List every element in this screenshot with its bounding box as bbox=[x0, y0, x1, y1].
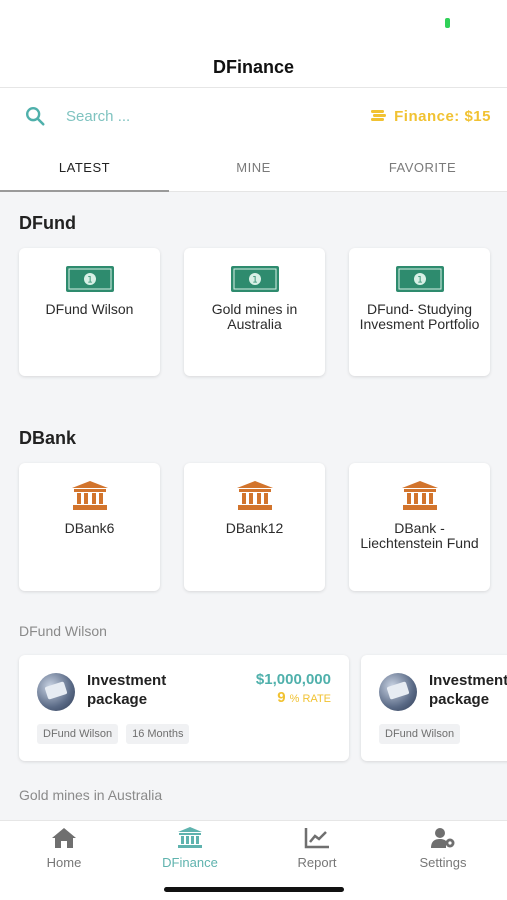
dbank-card[interactable]: DBank6 bbox=[19, 463, 160, 591]
chart-icon bbox=[304, 828, 329, 849]
nav-dfinance-label: DFinance bbox=[162, 855, 218, 870]
package-tag: DFund Wilson bbox=[37, 724, 119, 744]
package-card[interactable]: Investment package DFund Wilson bbox=[361, 655, 507, 761]
app-title: DFinance bbox=[0, 46, 507, 88]
package-title: Investment package bbox=[429, 672, 507, 708]
tab-bar: LATEST MINE FAVORITE bbox=[0, 144, 507, 192]
dfund-card[interactable]: 1 DFund Wilson bbox=[19, 248, 160, 376]
package-tags: DFund Wilson 16 Months bbox=[37, 724, 190, 744]
dbank-card[interactable]: DBank - Liechtenstein Fund bbox=[349, 463, 490, 591]
section-title-dfund: DFund bbox=[19, 213, 76, 233]
nav-report-label: Report bbox=[297, 855, 337, 870]
dfund-card[interactable]: 1 DFund- Studying Invesment Portfolio bbox=[349, 248, 490, 376]
svg-text:1: 1 bbox=[417, 276, 423, 286]
section-title-dbank: DBank bbox=[19, 428, 77, 448]
package-avatar bbox=[379, 673, 417, 711]
tab-latest[interactable]: LATEST bbox=[0, 144, 169, 191]
dbank-card-label: DBank - Liechtenstein Fund bbox=[360, 520, 479, 551]
package-carousel[interactable]: Investment package $1,000,000 9% RATE DF… bbox=[0, 655, 507, 761]
coins-icon bbox=[371, 110, 387, 121]
dfund-card-label: Gold mines in Australia bbox=[211, 301, 298, 332]
user-settings-icon bbox=[431, 828, 455, 848]
package-rate-value: 9 bbox=[277, 689, 286, 706]
package-amount: $1,000,000 bbox=[255, 671, 331, 688]
nav-settings-label: Settings bbox=[419, 855, 467, 870]
nav-home[interactable]: Home bbox=[19, 827, 109, 870]
home-icon bbox=[52, 828, 76, 848]
package-group-title: Gold mines in Australia bbox=[19, 787, 163, 803]
package-card[interactable]: Investment package $1,000,000 9% RATE DF… bbox=[19, 655, 349, 761]
dbank-card[interactable]: DBank12 bbox=[184, 463, 325, 591]
dfund-card-label: DFund Wilson bbox=[45, 301, 134, 317]
package-rate-label: % RATE bbox=[289, 693, 331, 705]
bank-icon bbox=[71, 481, 108, 510]
finance-balance[interactable]: Finance: $15 bbox=[370, 108, 491, 125]
package-group-title: DFund Wilson bbox=[19, 623, 107, 639]
package-avatar bbox=[37, 673, 75, 711]
money-icon: 1 bbox=[395, 266, 444, 292]
svg-text:1: 1 bbox=[87, 276, 93, 286]
nav-dfinance[interactable]: DFinance bbox=[145, 827, 235, 870]
dfund-card-label: DFund- Studying Invesment Portfolio bbox=[359, 301, 480, 332]
status-bar bbox=[0, 0, 507, 46]
package-rate: 9% RATE bbox=[277, 689, 331, 706]
package-tag: 16 Months bbox=[126, 724, 190, 744]
money-icon: 1 bbox=[230, 266, 279, 292]
bank-icon bbox=[401, 481, 438, 510]
search-icon[interactable] bbox=[24, 105, 46, 127]
finance-balance-label: Finance: $15 bbox=[394, 107, 491, 125]
package-tags: DFund Wilson bbox=[379, 724, 461, 744]
nav-settings[interactable]: Settings bbox=[398, 827, 488, 870]
search-row: Search ... Finance: $15 bbox=[0, 88, 507, 144]
bank-icon bbox=[236, 481, 273, 510]
dfund-card[interactable]: 1 Gold mines in Australia bbox=[184, 248, 325, 376]
dfund-cards: 1 DFund Wilson 1 Gold mines in Australia… bbox=[0, 248, 507, 376]
nav-report[interactable]: Report bbox=[272, 827, 362, 870]
dbank-card-label: DBank12 bbox=[225, 520, 284, 536]
dbank-cards: DBank6 DBank12 DBank - Liechtenstein Fun… bbox=[0, 463, 507, 591]
battery-icon bbox=[445, 18, 450, 28]
bank-icon bbox=[178, 827, 202, 848]
dbank-card-label: DBank6 bbox=[64, 520, 115, 536]
package-title: Investment package bbox=[87, 672, 167, 708]
tab-mine[interactable]: MINE bbox=[169, 144, 338, 191]
main-content[interactable]: DFund 1 DFund Wilson 1 Gold mines in Aus… bbox=[0, 192, 507, 820]
svg-text:1: 1 bbox=[252, 276, 258, 286]
money-icon: 1 bbox=[65, 266, 114, 292]
bottom-nav: Home DFinance Report Settings bbox=[0, 820, 507, 900]
package-tag: DFund Wilson bbox=[379, 724, 461, 744]
home-indicator[interactable] bbox=[164, 887, 344, 892]
tab-favorite[interactable]: FAVORITE bbox=[338, 144, 507, 191]
nav-home-label: Home bbox=[46, 855, 82, 870]
search-input[interactable]: Search ... bbox=[66, 108, 370, 125]
